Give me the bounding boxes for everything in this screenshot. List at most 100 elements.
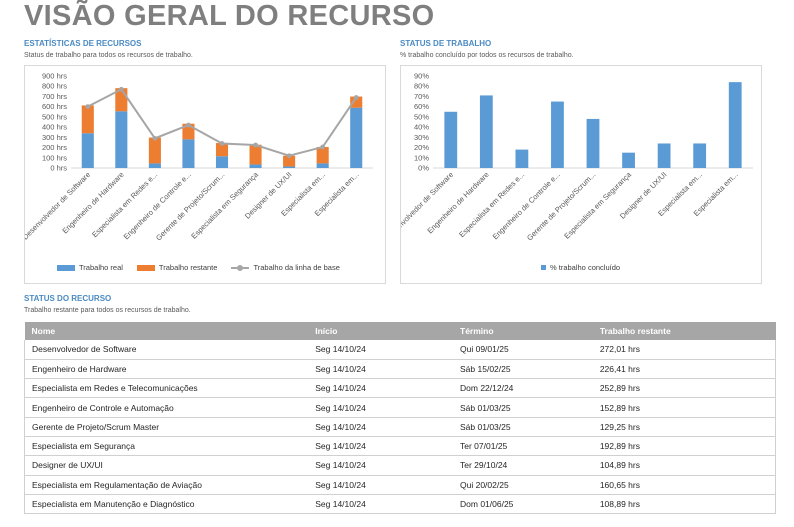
cell-finish: Qui 09/01/25 — [453, 340, 593, 360]
y-tick-label: 900 hrs — [42, 72, 67, 81]
baseline-point — [286, 153, 292, 159]
column-header-finish[interactable]: Término — [453, 322, 593, 340]
table-row[interactable]: Especialista em Manutenção e Diagnóstico… — [24, 494, 776, 515]
table-row[interactable]: Especialista em Regulamentação de Aviaçã… — [24, 475, 776, 495]
legend-swatch-actual — [57, 264, 75, 271]
cell-name: Designer de UX/UI — [24, 455, 309, 476]
y-tick-label: 40% — [414, 123, 429, 132]
cell-name: Especialista em Regulamentação de Aviaçã… — [24, 475, 309, 495]
cell-finish: Sáb 01/03/25 — [453, 397, 593, 418]
cell-name: Desenvolvedor de Software — [24, 340, 309, 360]
y-tick-label: 400 hrs — [42, 123, 67, 132]
cell-name: Engenheiro de Controle e Automação — [24, 397, 309, 418]
cell-finish: Qui 20/02/25 — [453, 475, 593, 495]
legend-item-actual: Trabalho real — [57, 263, 123, 272]
bar-primary — [586, 118, 600, 168]
table-row[interactable]: Especialista em Segurança Seg 14/10/24 Ter… — [24, 436, 776, 457]
y-tick-label: 20% — [414, 143, 429, 152]
y-tick-label: 600 hrs — [42, 102, 67, 111]
bar-secondary — [148, 137, 161, 164]
bar-primary — [728, 82, 742, 168]
work-status-chart-svg: 0%10%20%30%40%50%60%70%80%90%Desenvolved… — [401, 72, 753, 242]
y-tick-label: 0% — [418, 164, 429, 173]
y-tick-label: 0 hrs — [50, 164, 67, 173]
cell-finish: Sáb 15/02/25 — [453, 359, 593, 380]
cell-start: Seg 14/10/24 — [308, 340, 454, 360]
bar-primary — [215, 156, 229, 168]
cell-finish: Dom 01/06/25 — [453, 494, 593, 515]
legend-label-actual: Trabalho real — [79, 263, 123, 272]
cell-remaining-work: 108,89 hrs — [592, 494, 776, 515]
bar-primary — [148, 163, 161, 168]
cell-start: Seg 14/10/24 — [308, 436, 454, 457]
cell-remaining-work: 226,41 hrs — [592, 359, 776, 380]
work-status-legend: % trabalho concluído — [541, 263, 620, 272]
resource-stats-chart-svg: 0 hrs 100 hrs200 hrs300 hrs400 hrs 500 hrs… — [25, 72, 373, 242]
baseline-point — [118, 86, 124, 92]
baseline-point — [219, 141, 225, 146]
bar-primary — [693, 143, 707, 168]
baseline-point — [353, 95, 359, 100]
baseline-point — [152, 135, 158, 141]
x-category-label: Especialista em Segurança — [562, 169, 633, 240]
column-header-remaining-work[interactable]: Trabalho restante — [592, 322, 776, 340]
baseline-point — [253, 142, 258, 148]
x-category-label: Engenheiro de Hardware — [60, 170, 125, 235]
table-row[interactable]: Designer de UX/UI Seg 14/10/24 Ter 29/10/2… — [24, 455, 776, 476]
cell-remaining-work: 152,89 hrs — [592, 397, 776, 418]
legend-label-baseline: Trabalho da linha de base — [253, 263, 340, 272]
cell-finish: Dom 22/12/24 — [453, 378, 593, 399]
bar-primary — [115, 111, 128, 168]
cell-start: Seg 14/10/24 — [308, 455, 454, 476]
x-category-label: Engenheiro de Hardware — [425, 170, 490, 235]
resource-status-table: Nome Início Término Trabalho restante De… — [24, 322, 776, 515]
y-tick-label: 70% — [414, 92, 429, 101]
resource-stats-legend: Trabalho real Trabalho restante Trabalho… — [57, 263, 340, 272]
cell-name: Engenheiro de Hardware — [24, 359, 309, 380]
cell-start: Seg 14/10/24 — [308, 397, 454, 418]
x-category-label: Engenheiro de Controle e... — [122, 170, 193, 241]
stats-heading: ESTATÍSTICAS DE RECURSOS — [24, 39, 142, 48]
x-category-label: Desenvolvedor de Software — [25, 170, 92, 242]
page-title: VISÃO GERAL DO RECURSO — [24, 0, 435, 32]
cell-remaining-work: 160,65 hrs — [592, 475, 776, 495]
cell-finish: Ter 29/10/24 — [453, 455, 593, 476]
table-row[interactable]: Especialista em Redes e Telecomunicações… — [24, 378, 776, 399]
table-row[interactable]: Engenheiro de Controle e Automação Seg 14… — [24, 397, 776, 418]
cell-finish: Ter 07/01/25 — [453, 436, 593, 457]
stats-subtitle: Status de trabalho para todos os recurso… — [24, 52, 193, 59]
work-status-heading: STATUS DE TRABALHO — [400, 39, 492, 48]
bar-primary — [657, 143, 671, 168]
y-tick-label: 700 hrs — [42, 92, 67, 101]
cell-name: Especialista em Redes e Telecomunicações — [24, 378, 309, 399]
cell-start: Seg 14/10/24 — [308, 378, 454, 399]
bar-primary — [479, 95, 493, 168]
table-row[interactable]: Desenvolvedor de Software Seg 14/10/24 Qui… — [24, 340, 776, 360]
bar-primary — [182, 139, 195, 168]
y-tick-label: 60% — [414, 102, 429, 111]
column-header-name[interactable]: Nome — [24, 322, 309, 340]
bar-primary — [444, 111, 458, 168]
y-tick-label: 30% — [414, 133, 429, 142]
cell-name: Especialista em Segurança — [24, 436, 309, 457]
cell-name: Gerente de Projeto/Scrum Master — [24, 417, 309, 437]
bar-primary — [551, 101, 564, 168]
cell-start: Seg 14/10/24 — [308, 359, 454, 380]
table-row[interactable]: Gerente de Projeto/Scrum Master Seg 14/10… — [24, 417, 776, 437]
y-tick-label: 90% — [414, 72, 429, 81]
work-status-chart: 0% 10% 20% 30% 40% 50% 60% 70% 80% 90% Desenvolved… — [400, 65, 762, 284]
baseline-point — [186, 122, 191, 128]
column-header-start[interactable]: Início — [308, 322, 454, 340]
cell-start: Seg 14/10/24 — [308, 475, 454, 495]
legend-label-completed: % trabalho concluído — [550, 263, 621, 272]
y-tick-label: 800 hrs — [42, 82, 67, 91]
cell-name: Especialista em Manutenção e Diagnóstico — [24, 494, 309, 515]
bar-primary — [81, 133, 94, 168]
cell-remaining-work: 104,89 hrs — [592, 455, 776, 476]
table-row[interactable]: Engenheiro de Hardware Seg 14/10/24 Sáb 15… — [24, 359, 776, 380]
resource-stats-chart: 0 hrs 100 hrs 200 hrs 300 hrs 400 hrs 500 hrs… — [24, 65, 386, 284]
y-tick-label: 80% — [414, 82, 429, 91]
cell-remaining-work: 252,89 hrs — [592, 378, 776, 399]
bar-primary — [283, 166, 296, 168]
cell-remaining-work: 129,25 hrs — [592, 417, 776, 437]
